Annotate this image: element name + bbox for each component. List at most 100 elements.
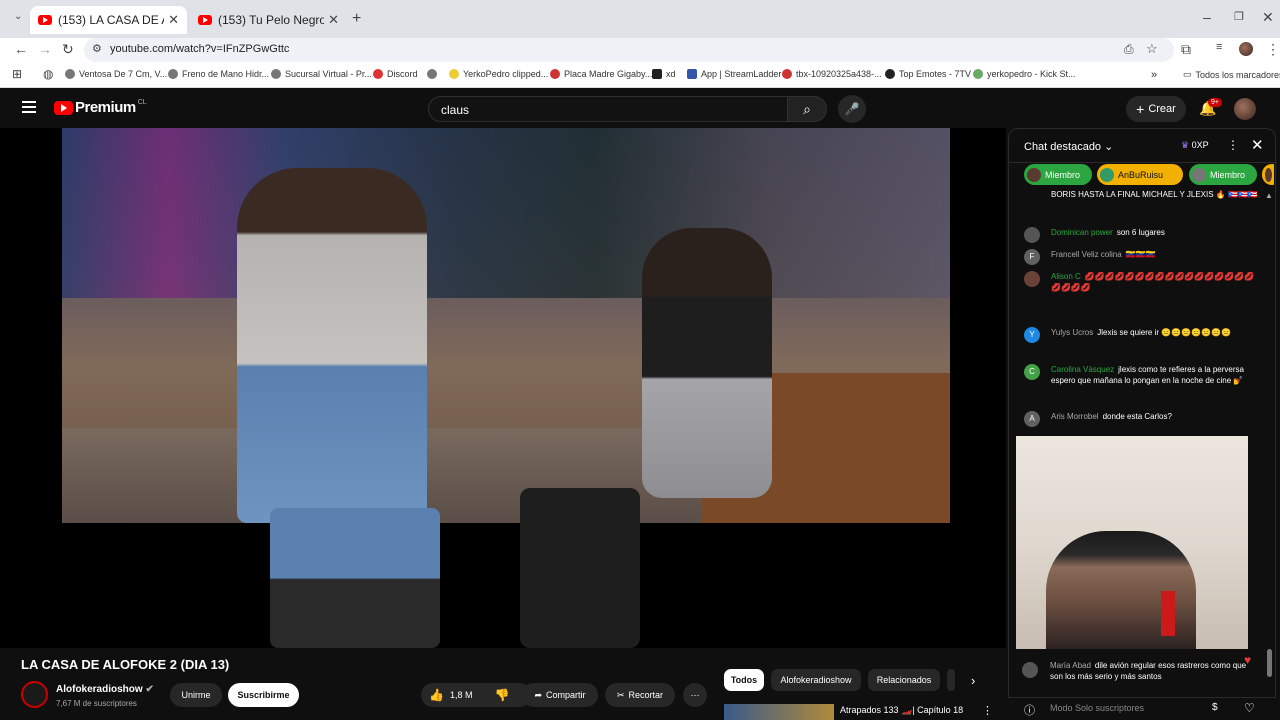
video-title: LA CASA DE ALOFOKE 2 (DIA 13) [21,657,230,672]
bookmark-label: yerkopedro - Kick St... [987,69,1076,79]
video-background-wall [62,128,950,298]
restore-icon[interactable]: ❐ [1234,10,1244,23]
user-avatar: F [1024,249,1040,265]
reaction-heart-icon: ♥ [1244,653,1252,667]
video-player[interactable] [0,128,1006,648]
account-avatar[interactable] [1234,98,1256,120]
bookmark-item[interactable]: Freno de Mano Hidr... [168,69,269,79]
member-chip[interactable]: Miembro [1024,164,1092,185]
video-stool [520,488,640,648]
video-person-legs [270,508,440,648]
bookmark-item[interactable]: YerkoPedro clipped... [449,69,548,79]
channel-name[interactable]: Alofokeradioshow ✔ [56,684,154,695]
donor-chip[interactable] [1262,164,1274,185]
omnibox[interactable]: ⚙ youtube.com/watch?v=IFnZPGwGttc ⎙ ☆ [84,38,1174,62]
author-name[interactable]: Yulys Ucros [1051,328,1093,337]
bookmark-item[interactable]: tbx-10920325a438-... [782,69,882,79]
bookmark-label: App | StreamLadder [701,69,782,79]
more-bookmarks-icon[interactable]: » [1151,69,1157,81]
filter-chip-todos[interactable]: Todos [724,669,764,691]
filter-chip-more[interactable] [947,669,955,691]
xp-indicator[interactable]: ♛ 0XP [1181,140,1209,151]
member-chip[interactable]: Miembro [1189,164,1257,185]
clip-label: Recortar [628,690,664,700]
create-button[interactable]: + Crear [1126,96,1186,122]
globe-icon[interactable]: ◍ [43,67,53,81]
like-icon[interactable]: 👍 [429,688,444,702]
chat-menu-icon[interactable]: ⋮ [1227,138,1239,152]
bookmark-item[interactable]: App | StreamLadder [687,69,781,79]
bookmark-item[interactable]: Discord [373,69,418,79]
clip-button[interactable]: ✂ Recortar [605,683,675,707]
tab-alofoke[interactable]: (153) LA CASA DE ALOFOKE ✕ [30,6,187,34]
search-input[interactable]: claus [428,96,788,122]
filter-chip-channel[interactable]: Alofokeradioshow [771,669,861,691]
media-icon[interactable]: ≡ [1216,41,1222,53]
tab-close-icon[interactable]: ✕ [328,12,339,28]
user-avatar: C [1024,364,1040,380]
chat-input-placeholder[interactable]: Modo Solo suscriptores [1050,703,1144,713]
filter-chip-related[interactable]: Relacionados [868,669,940,691]
author-name[interactable]: María Abad [1050,661,1091,670]
channel-avatar[interactable] [21,681,48,708]
author-name[interactable]: Carolina Vásquez [1051,365,1114,374]
bookmark-item[interactable]: Top Emotes - 7TV [885,69,971,79]
chrome-menu-icon[interactable]: ⋮ [1266,41,1280,58]
more-actions-icon[interactable]: ⋯ [683,683,707,707]
recommended-menu-icon[interactable]: ⋮ [982,704,993,717]
forward-icon[interactable]: → [38,41,52,57]
tab-search-icon[interactable]: ⌄ [14,11,22,22]
author-name[interactable]: Francell Veliz colina [1051,250,1122,259]
like-count[interactable]: 1,8 M [450,690,473,700]
chat-scrollbar[interactable] [1267,649,1272,677]
new-tab-icon[interactable]: + [352,10,361,28]
chat-message: BORIS HASTA LA FINAL MICHAEL Y JLEXIS 🔥 … [1024,189,1259,200]
menu-icon[interactable] [22,101,36,113]
subscribe-button[interactable]: Suscribirme [228,683,299,707]
bookmark-item[interactable]: yerkopedro - Kick St... [973,69,1076,79]
author-name[interactable]: Alison C [1051,272,1081,281]
join-button[interactable]: Unirme [170,683,222,707]
bookmark-item[interactable]: Placa Madre Gigaby... [550,69,652,79]
logo-text: Premium [75,99,136,116]
xp-label: 0XP [1191,140,1209,150]
window-close-icon[interactable]: ✕ [1262,9,1274,26]
search-button[interactable]: ⌕ [787,96,827,122]
bookmark-item[interactable] [427,69,441,79]
info-icon[interactable]: ⓘ [1024,702,1035,718]
tab-pelo-negro[interactable]: (153) Tu Pelo Negro - Bayron F ✕ [190,6,347,34]
author-name[interactable]: Dominican power [1051,228,1113,237]
bookmark-item[interactable]: Ventosa De 7 Cm, V... [65,69,167,79]
bookmark-item[interactable]: xd [652,69,676,79]
minimize-icon[interactable]: – [1203,9,1211,25]
recommended-title[interactable]: Atrapados 133 🏎️| Capítulo 18 [840,705,963,716]
back-icon[interactable]: ← [14,41,28,57]
tab-close-icon[interactable]: ✕ [168,12,179,28]
tab-title: (153) Tu Pelo Negro - Bayron F [218,13,325,27]
chevron-right-icon[interactable]: › [971,673,975,688]
voice-search-button[interactable]: 🎤 [838,95,866,123]
heart-icon[interactable]: ♡ [1244,701,1255,715]
crown-icon: ♛ [1181,140,1190,150]
youtube-premium-logo[interactable]: Premium CL [54,99,147,116]
all-bookmarks-folder[interactable]: ▭ Todos los marcadores [1183,69,1280,80]
extensions-icon[interactable]: ⧉ [1181,41,1191,58]
site-info-icon[interactable]: ⚙ [92,42,102,55]
reload-icon[interactable]: ↻ [62,41,74,58]
share-button[interactable]: ➦ Compartir [522,683,598,707]
super-chat-icon[interactable]: $ [1212,702,1218,713]
dislike-icon[interactable]: 👎 [494,688,509,702]
profile-avatar[interactable] [1239,42,1253,56]
scissors-icon: ✂ [616,689,625,700]
apps-icon[interactable]: ⊞ [12,67,22,81]
bookmark-label: Sucursal Virtual - Pr... [285,69,372,79]
author-name[interactable]: Aris Morrobel [1051,412,1099,421]
install-icon[interactable]: ⎙ [1124,42,1134,57]
chat-close-icon[interactable]: ✕ [1251,136,1264,154]
bookmark-item[interactable]: Sucursal Virtual - Pr... [271,69,372,79]
bookmark-star-icon[interactable]: ☆ [1146,41,1158,57]
recommended-thumbnail[interactable] [724,704,834,720]
chat-mode-dropdown[interactable]: Chat destacado ⌄ [1024,140,1113,153]
scroll-up-icon[interactable]: ▲ [1265,191,1273,200]
donor-chip[interactable]: AnBuRuisu [1097,164,1183,185]
